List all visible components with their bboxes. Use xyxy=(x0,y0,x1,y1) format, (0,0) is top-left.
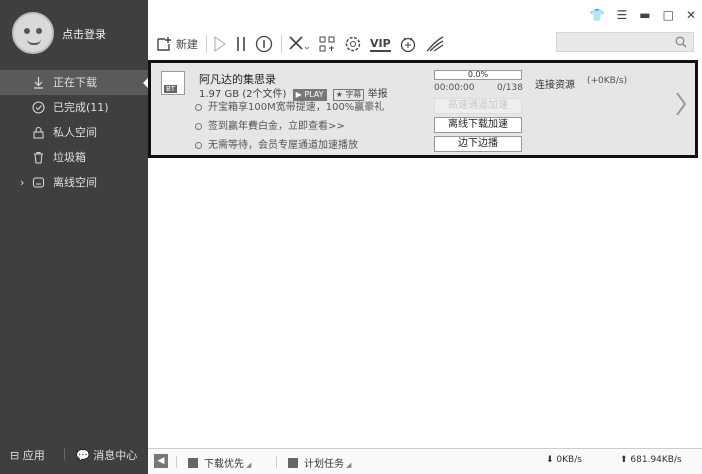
lock-icon xyxy=(33,127,44,139)
sidebar-item-downloading[interactable]: 正在下载 xyxy=(0,70,148,95)
info-button[interactable] xyxy=(255,33,273,55)
window-controls: 👕 ☰ ▬ □ ✕ xyxy=(590,8,696,22)
toolbar-separator xyxy=(281,35,282,53)
chat-icon: 💬 xyxy=(76,449,90,462)
maximize-button[interactable]: □ xyxy=(663,8,674,22)
offline-accelerate-button[interactable]: 离线下载加速 xyxy=(434,117,522,133)
sidebar-item-label: 私人空间 xyxy=(53,126,97,139)
download-task[interactable]: BT 阿凡达的集思录 1.97 GB (2个文件) ▶ PLAY ★ 字幕 举报… xyxy=(148,60,698,158)
sidebar-item-label: 已完成(11) xyxy=(53,101,109,114)
vip-button[interactable]: VIP xyxy=(370,33,391,55)
download-speed: ⬇ 0KB/s xyxy=(546,455,582,465)
download-priority-menu[interactable]: 下载优先 ◢ xyxy=(188,455,251,470)
play-icon xyxy=(214,36,226,52)
cloud-icon xyxy=(33,177,44,188)
status-bar: ◀ 下载优先 ◢ 计划任务 ◢ ⬇ 0KB/s ⬆ 681.94KB/s xyxy=(148,448,702,474)
sidebar-item-label: 正在下载 xyxy=(53,76,97,89)
schedule-icon xyxy=(288,458,298,468)
collapse-sidebar-button[interactable]: ◀ xyxy=(154,454,168,468)
search-icon[interactable] xyxy=(675,36,687,48)
toolbar-separator xyxy=(206,35,207,53)
sidebar-item-label: 离线空间 xyxy=(53,176,97,189)
bt-file-icon: BT xyxy=(161,71,185,95)
elapsed-time: 00:00:00 xyxy=(434,83,475,93)
sidebar-nav: 正在下载 已完成(11) 私人空间 垃圾箱 › 离线空间 xyxy=(0,70,148,195)
fast-icon xyxy=(426,36,444,52)
chevron-right-icon[interactable] xyxy=(675,91,687,117)
progress-bar: 0.0% xyxy=(434,70,522,80)
speed-bonus: (+0KB/s) xyxy=(587,76,628,86)
download-icon xyxy=(34,77,43,89)
divider xyxy=(176,456,177,468)
priority-icon xyxy=(188,458,198,468)
start-button[interactable] xyxy=(213,33,227,55)
check-circle-icon xyxy=(32,101,45,114)
settings-gear-icon xyxy=(345,36,361,52)
user-profile[interactable]: 点击登录 xyxy=(0,0,148,64)
divider xyxy=(64,448,65,460)
menu-icon[interactable]: ☰ xyxy=(616,8,627,22)
divider xyxy=(276,456,277,468)
sidebar: 点击登录 正在下载 已完成(11) 私人空间 垃圾箱 › 离线空间 ⊟ 应用 💬… xyxy=(0,0,148,474)
search-box[interactable] xyxy=(556,32,694,52)
settings-button[interactable] xyxy=(344,33,362,55)
avatar[interactable] xyxy=(12,12,54,54)
trash-icon xyxy=(34,152,43,164)
upload-speed: ⬆ 681.94KB/s xyxy=(620,455,682,465)
top-bar: 👕 ☰ ▬ □ ✕ 新建 VIP xyxy=(148,0,702,60)
search-input[interactable] xyxy=(561,34,671,50)
grid-button[interactable] xyxy=(318,33,336,55)
sidebar-item-offline-space[interactable]: › 离线空间 xyxy=(0,170,148,195)
login-link[interactable]: 点击登录 xyxy=(62,26,106,42)
delete-icon xyxy=(289,36,310,50)
promo-item[interactable]: 开宝箱享100M宽带提速，100%赢豪礼 xyxy=(195,98,384,113)
gift-icon xyxy=(400,37,415,53)
sidebar-footer: ⊟ 应用 💬 消息中心 xyxy=(0,442,148,466)
sidebar-item-trash[interactable]: 垃圾箱 xyxy=(0,145,148,170)
sidebar-item-label: 垃圾箱 xyxy=(53,151,86,164)
chevron-right-icon[interactable]: › xyxy=(20,170,24,195)
connection-status: 连接资源 xyxy=(535,80,575,91)
promo-item[interactable]: 签到赢年費白金，立即查看>> xyxy=(195,117,345,132)
bullet-icon xyxy=(195,104,202,111)
apps-button[interactable]: ⊟ 应用 xyxy=(10,447,45,463)
pause-button[interactable] xyxy=(235,33,247,55)
plus-icon xyxy=(157,37,171,51)
high-speed-button[interactable]: 高速通道加速 xyxy=(434,98,522,114)
bullet-icon xyxy=(195,123,202,130)
message-center-button[interactable]: 💬 消息中心 xyxy=(76,447,137,463)
bullet-icon xyxy=(195,142,202,149)
sidebar-item-completed[interactable]: 已完成(11) xyxy=(0,95,148,120)
promo-item[interactable]: 无需等待，会员专屋通道加速播放 xyxy=(195,136,358,151)
vip-icon: VIP xyxy=(370,36,391,52)
speedup-button[interactable] xyxy=(425,33,445,55)
close-button[interactable]: ✕ xyxy=(686,8,696,22)
delete-button[interactable] xyxy=(288,33,310,55)
pause-icon xyxy=(237,37,245,51)
skin-icon[interactable]: 👕 xyxy=(590,8,605,22)
new-task-button[interactable]: 新建 xyxy=(156,33,198,55)
apps-icon: ⊟ xyxy=(10,449,20,462)
minimize-button[interactable]: ▬ xyxy=(639,8,650,22)
grid-icon xyxy=(319,36,335,52)
sidebar-item-private[interactable]: 私人空间 xyxy=(0,120,148,145)
piece-count: 0/138 xyxy=(497,83,523,93)
scheduled-tasks-menu[interactable]: 计划任务 ◢ xyxy=(288,455,351,470)
toolbar: 新建 VIP xyxy=(156,32,453,56)
stream-play-button[interactable]: 边下边播 xyxy=(434,136,522,152)
gift-button[interactable] xyxy=(399,33,417,55)
info-icon xyxy=(255,35,273,53)
